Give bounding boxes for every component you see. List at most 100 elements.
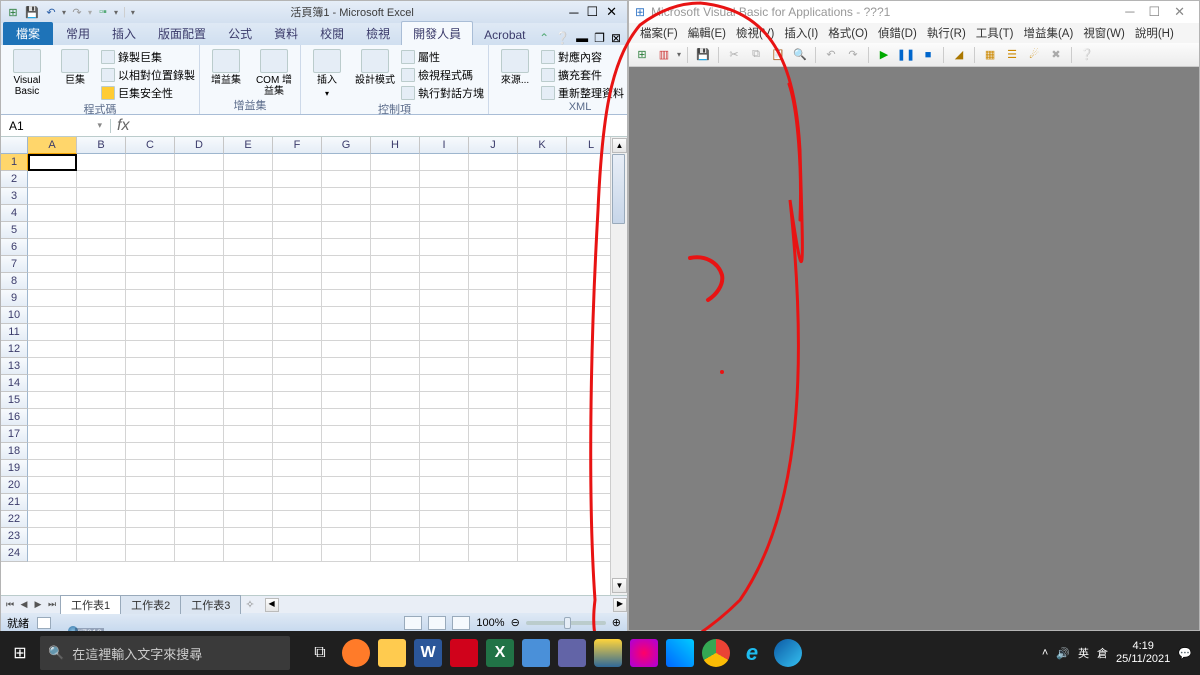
- app-taskbar-icon-3[interactable]: [666, 639, 694, 667]
- cell[interactable]: [126, 154, 175, 171]
- cell[interactable]: [371, 511, 420, 528]
- tab-formulas[interactable]: 公式: [217, 22, 263, 45]
- zoom-out-button[interactable]: ⊖: [511, 616, 520, 629]
- cell[interactable]: [77, 290, 126, 307]
- design-mode-vba-icon[interactable]: ◢: [950, 46, 968, 64]
- cell[interactable]: [175, 545, 224, 562]
- macros-button[interactable]: 巨集: [53, 47, 97, 86]
- tab-page-layout[interactable]: 版面配置: [147, 22, 217, 45]
- cell[interactable]: [371, 239, 420, 256]
- word-taskbar-icon[interactable]: W: [414, 639, 442, 667]
- cell[interactable]: [469, 511, 518, 528]
- redo-vba-icon[interactable]: ↷: [844, 46, 862, 64]
- cell[interactable]: [126, 307, 175, 324]
- cell[interactable]: [224, 375, 273, 392]
- cell[interactable]: [28, 273, 77, 290]
- column-header-C[interactable]: C: [126, 137, 175, 154]
- cell[interactable]: [126, 205, 175, 222]
- menu-window[interactable]: 視窗(W): [1078, 23, 1130, 43]
- notifications-icon[interactable]: 💬: [1178, 647, 1192, 660]
- column-header-A[interactable]: A: [28, 137, 77, 154]
- cell[interactable]: [273, 494, 322, 511]
- cell[interactable]: [469, 171, 518, 188]
- cell[interactable]: [567, 205, 616, 222]
- cell[interactable]: [420, 205, 469, 222]
- cell[interactable]: [518, 494, 567, 511]
- cell[interactable]: [371, 392, 420, 409]
- cell[interactable]: [28, 528, 77, 545]
- vba-close-button[interactable]: ✕: [1174, 4, 1185, 20]
- run-dialog-button[interactable]: 執行對話方塊: [401, 85, 484, 101]
- cell[interactable]: [224, 443, 273, 460]
- cell[interactable]: [469, 409, 518, 426]
- qat-chart-icon[interactable]: ▫▪: [95, 4, 111, 20]
- cell[interactable]: [322, 375, 371, 392]
- cell[interactable]: [567, 273, 616, 290]
- cell[interactable]: [28, 426, 77, 443]
- cell[interactable]: [77, 188, 126, 205]
- cell[interactable]: [175, 358, 224, 375]
- menu-debug[interactable]: 偵錯(D): [873, 23, 922, 43]
- cell[interactable]: [420, 477, 469, 494]
- cell[interactable]: [28, 443, 77, 460]
- cell[interactable]: [469, 358, 518, 375]
- design-mode-button[interactable]: 設計模式: [353, 47, 397, 86]
- cell[interactable]: [224, 409, 273, 426]
- properties-window-icon[interactable]: ☰: [1003, 46, 1021, 64]
- cell[interactable]: [224, 307, 273, 324]
- cell[interactable]: [420, 239, 469, 256]
- cell[interactable]: [273, 256, 322, 273]
- menu-view[interactable]: 檢視(V): [731, 23, 779, 43]
- python-taskbar-icon[interactable]: [594, 639, 622, 667]
- cell[interactable]: [420, 460, 469, 477]
- cell[interactable]: [28, 358, 77, 375]
- name-box-dropdown-icon[interactable]: ▾: [97, 120, 102, 131]
- cell[interactable]: [322, 324, 371, 341]
- cell[interactable]: [126, 460, 175, 477]
- cell[interactable]: [469, 290, 518, 307]
- cell[interactable]: [371, 341, 420, 358]
- cell[interactable]: [126, 392, 175, 409]
- undo-vba-icon[interactable]: ↶: [822, 46, 840, 64]
- worksheet-grid[interactable]: ABCDEFGHIJKL 123456789101112131415161718…: [1, 137, 627, 595]
- tab-review[interactable]: 校閱: [309, 22, 355, 45]
- save-vba-icon[interactable]: 💾: [694, 46, 712, 64]
- cell[interactable]: [224, 511, 273, 528]
- tray-volume-icon[interactable]: 🔊: [1056, 647, 1070, 660]
- cell[interactable]: [567, 307, 616, 324]
- row-header-12[interactable]: 12: [1, 341, 28, 358]
- page-layout-view-button[interactable]: [428, 616, 446, 630]
- column-header-H[interactable]: H: [371, 137, 420, 154]
- refresh-data-button[interactable]: 重新整理資料: [541, 85, 624, 101]
- cell[interactable]: [175, 239, 224, 256]
- ie-taskbar-icon[interactable]: e: [738, 639, 766, 667]
- cell[interactable]: [567, 426, 616, 443]
- mdi-restore-icon[interactable]: ❐: [594, 31, 605, 45]
- cell[interactable]: [371, 290, 420, 307]
- cell[interactable]: [322, 256, 371, 273]
- cell[interactable]: [518, 205, 567, 222]
- firefox-taskbar-icon[interactable]: [342, 639, 370, 667]
- hscroll-right-button[interactable]: ▶: [613, 598, 627, 612]
- cell[interactable]: [469, 222, 518, 239]
- cell[interactable]: [126, 477, 175, 494]
- cell[interactable]: [420, 511, 469, 528]
- cell[interactable]: [224, 477, 273, 494]
- cell[interactable]: [175, 222, 224, 239]
- cell[interactable]: [77, 494, 126, 511]
- cell[interactable]: [567, 409, 616, 426]
- cell[interactable]: [469, 205, 518, 222]
- cell[interactable]: [518, 171, 567, 188]
- cell[interactable]: [77, 324, 126, 341]
- cell[interactable]: [175, 426, 224, 443]
- cell[interactable]: [175, 256, 224, 273]
- cell[interactable]: [273, 358, 322, 375]
- row-header-24[interactable]: 24: [1, 545, 28, 562]
- reset-icon[interactable]: ■: [919, 46, 937, 64]
- save-icon[interactable]: 💾: [24, 4, 40, 20]
- row-header-18[interactable]: 18: [1, 443, 28, 460]
- cell[interactable]: [567, 528, 616, 545]
- column-header-G[interactable]: G: [322, 137, 371, 154]
- cell[interactable]: [126, 324, 175, 341]
- cell[interactable]: [77, 256, 126, 273]
